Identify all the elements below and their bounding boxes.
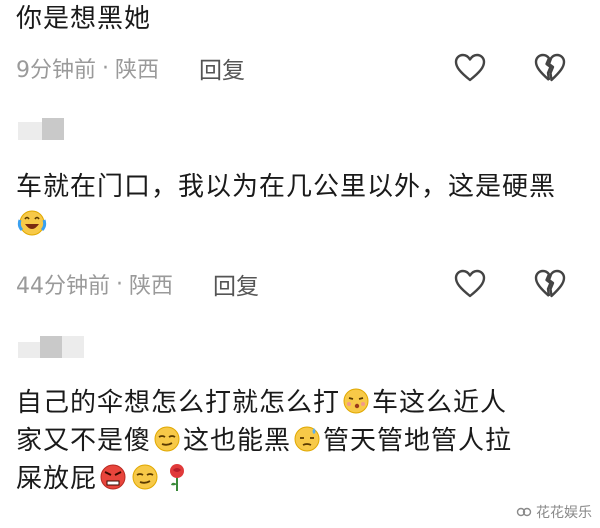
comment-text: 车就在门口，我以为在几公里以外，这是硬黑 [16, 168, 564, 244]
broken-heart-outline-icon [534, 53, 566, 82]
comment-text-content: 车就在门口，我以为在几公里以外，这是硬黑 [16, 172, 557, 202]
laughing-crying-emoji [17, 210, 47, 236]
comment-time: 44分钟前 [16, 274, 110, 299]
smirk-emoji [132, 464, 158, 490]
meta-separator: · [102, 55, 109, 81]
watermark: 花花娱乐 [516, 502, 592, 522]
heart-outline-icon [454, 269, 486, 298]
kissing-emoji [343, 388, 369, 414]
broken-heart-outline-icon [534, 269, 566, 298]
dislike-button[interactable] [532, 50, 568, 86]
comment-list: 你是想黑她 9分钟前 · 陕西 回复 车就在门口，我以为在几公里以外，这是硬黑 [0, 0, 600, 528]
downcast-sweat-emoji [294, 426, 320, 452]
reply-button[interactable]: 回复 [199, 51, 245, 85]
redaction-block [18, 342, 40, 358]
comment-text-content: 家又不是傻 [16, 426, 152, 456]
comment-text-content: 管天管地管人拉 [323, 426, 513, 456]
username-redacted [18, 336, 84, 358]
comment-text: 自己的伞想怎么打就怎么打 车这么近人 家又不是傻 这也能黑 管天管地管人拉 屎放… [16, 384, 564, 498]
smirk-emoji [154, 426, 180, 452]
comment-meta: 44分钟前 · 陕西 回复 [16, 267, 259, 301]
username-redacted [18, 118, 64, 140]
comment-location: 陕西 [129, 274, 174, 299]
comment-text: 你是想黑她 [16, 0, 564, 38]
angry-emoji [100, 464, 126, 490]
comment-location: 陕西 [115, 58, 160, 83]
comment-text-content: 自己的伞想怎么打就怎么打 [16, 388, 341, 418]
watermark-logo-icon [516, 507, 532, 517]
comment-text-content: 这也能黑 [183, 426, 292, 456]
comment-text-content: 车这么近人 [372, 388, 508, 418]
redaction-block [40, 336, 62, 358]
dislike-button[interactable] [532, 266, 568, 302]
comment-text-content: 你是想黑她 [16, 4, 152, 34]
reply-button[interactable]: 回复 [213, 267, 259, 301]
meta-separator: · [116, 271, 123, 297]
like-button[interactable] [452, 266, 488, 302]
like-button[interactable] [452, 50, 488, 86]
comment-time: 9分钟前 [16, 58, 96, 83]
watermark-text: 花花娱乐 [536, 505, 592, 521]
rose-emoji [170, 464, 185, 491]
comment-text-content: 屎放屁 [16, 464, 98, 494]
redaction-block [62, 336, 84, 358]
heart-outline-icon [454, 53, 486, 82]
redaction-block [18, 122, 42, 140]
comment-meta: 9分钟前 · 陕西 回复 [16, 51, 245, 85]
redaction-block [42, 118, 64, 140]
